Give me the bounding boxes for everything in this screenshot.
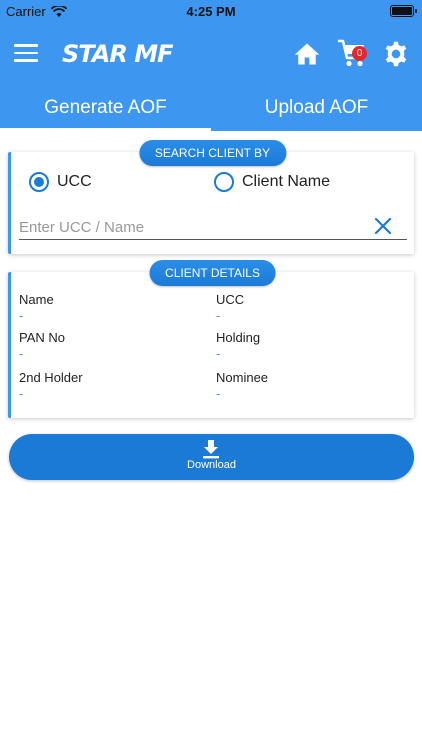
battery-icon: [390, 5, 417, 17]
field-value: -: [19, 308, 24, 323]
search-client-card: SEARCH CLIENT BY UCC Client Name: [8, 140, 414, 254]
logo-text: STAR MF: [62, 40, 173, 68]
radio-client-name-label: Client Name: [242, 173, 331, 190]
home-icon[interactable]: [293, 40, 321, 68]
field-value: -: [216, 308, 221, 323]
radio-client-name-circle[interactable]: [214, 172, 234, 192]
tab-generate-aof[interactable]: Generate AOF: [0, 86, 211, 132]
field-value: -: [216, 346, 221, 361]
field-label: Holding: [216, 330, 261, 345]
field-label: Nominee: [216, 370, 269, 385]
search-input[interactable]: [19, 216, 407, 240]
field-value: -: [19, 386, 24, 401]
field-holding: Holding -: [216, 330, 260, 361]
field-2nd-holder: 2nd Holder -: [19, 370, 83, 401]
search-client-title: SEARCH CLIENT BY: [138, 140, 287, 166]
client-details-title: CLIENT DETAILS: [149, 260, 276, 286]
app-header: STAR MF 0: [0, 22, 422, 86]
radio-ucc[interactable]: UCC: [29, 172, 92, 192]
field-value: -: [19, 346, 24, 361]
client-details-card: CLIENT DETAILS Name - UCC - PAN No - Hol…: [8, 260, 414, 418]
field-value: -: [216, 386, 221, 401]
download-label: Download: [187, 459, 236, 471]
gear-icon[interactable]: [382, 40, 410, 68]
tab-upload-aof[interactable]: Upload AOF: [211, 86, 422, 131]
radio-client-name[interactable]: Client Name: [214, 172, 330, 192]
menu-icon[interactable]: [14, 44, 38, 62]
field-label: 2nd Holder: [19, 370, 83, 385]
status-bar: Carrier 4:25 PM: [0, 0, 422, 22]
status-time: 4:25 PM: [186, 4, 236, 19]
cart-count-badge: 0: [352, 46, 367, 61]
close-icon[interactable]: [373, 216, 393, 236]
field-name: Name -: [19, 292, 54, 323]
field-pan-no: PAN No -: [19, 330, 65, 361]
field-label: PAN No: [19, 330, 65, 345]
radio-ucc-label: UCC: [57, 173, 92, 190]
download-icon: [203, 440, 219, 459]
radio-ucc-circle[interactable]: [29, 172, 49, 192]
field-label: Name: [19, 292, 54, 307]
download-button[interactable]: Download: [9, 434, 414, 480]
field-label: UCC: [216, 292, 245, 307]
app-logo: STAR MF: [62, 38, 173, 70]
field-ucc: UCC -: [216, 292, 244, 323]
field-nominee: Nominee -: [216, 370, 268, 401]
tab-bar: Generate AOF Upload AOF: [0, 86, 422, 132]
